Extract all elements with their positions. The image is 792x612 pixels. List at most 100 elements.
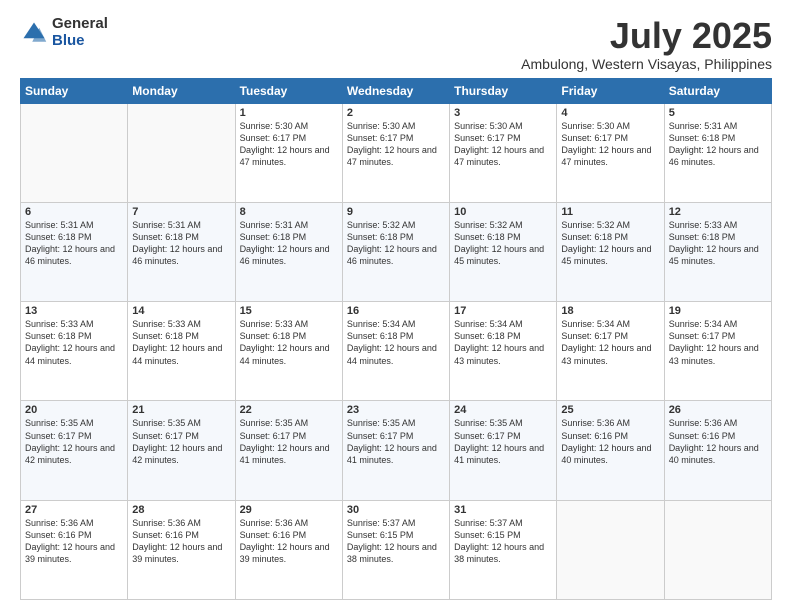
- table-row: 14Sunrise: 5:33 AM Sunset: 6:18 PM Dayli…: [128, 302, 235, 401]
- day-info: Sunrise: 5:36 AM Sunset: 6:16 PM Dayligh…: [132, 517, 230, 566]
- day-info: Sunrise: 5:31 AM Sunset: 6:18 PM Dayligh…: [25, 219, 123, 268]
- table-row: 11Sunrise: 5:32 AM Sunset: 6:18 PM Dayli…: [557, 202, 664, 301]
- calendar-header-row: Sunday Monday Tuesday Wednesday Thursday…: [21, 78, 772, 103]
- day-info: Sunrise: 5:32 AM Sunset: 6:18 PM Dayligh…: [454, 219, 552, 268]
- day-info: Sunrise: 5:31 AM Sunset: 6:18 PM Dayligh…: [240, 219, 338, 268]
- day-info: Sunrise: 5:35 AM Sunset: 6:17 PM Dayligh…: [454, 417, 552, 466]
- table-row: 27Sunrise: 5:36 AM Sunset: 6:16 PM Dayli…: [21, 500, 128, 599]
- header-thursday: Thursday: [450, 78, 557, 103]
- table-row: 13Sunrise: 5:33 AM Sunset: 6:18 PM Dayli…: [21, 302, 128, 401]
- day-number: 13: [25, 305, 123, 317]
- table-row: [21, 103, 128, 202]
- page: General Blue July 2025 Ambulong, Western…: [0, 0, 792, 612]
- table-row: 2Sunrise: 5:30 AM Sunset: 6:17 PM Daylig…: [342, 103, 449, 202]
- day-number: 5: [669, 107, 767, 119]
- day-number: 20: [25, 404, 123, 416]
- day-info: Sunrise: 5:36 AM Sunset: 6:16 PM Dayligh…: [25, 517, 123, 566]
- day-number: 14: [132, 305, 230, 317]
- day-number: 6: [25, 206, 123, 218]
- day-info: Sunrise: 5:34 AM Sunset: 6:18 PM Dayligh…: [347, 318, 445, 367]
- day-info: Sunrise: 5:37 AM Sunset: 6:15 PM Dayligh…: [347, 517, 445, 566]
- day-number: 22: [240, 404, 338, 416]
- table-row: 19Sunrise: 5:34 AM Sunset: 6:17 PM Dayli…: [664, 302, 771, 401]
- table-row: 16Sunrise: 5:34 AM Sunset: 6:18 PM Dayli…: [342, 302, 449, 401]
- logo-blue-text: Blue: [52, 33, 108, 50]
- day-info: Sunrise: 5:30 AM Sunset: 6:17 PM Dayligh…: [347, 120, 445, 169]
- day-info: Sunrise: 5:32 AM Sunset: 6:18 PM Dayligh…: [561, 219, 659, 268]
- day-info: Sunrise: 5:30 AM Sunset: 6:17 PM Dayligh…: [454, 120, 552, 169]
- day-info: Sunrise: 5:31 AM Sunset: 6:18 PM Dayligh…: [669, 120, 767, 169]
- table-row: 28Sunrise: 5:36 AM Sunset: 6:16 PM Dayli…: [128, 500, 235, 599]
- table-row: 10Sunrise: 5:32 AM Sunset: 6:18 PM Dayli…: [450, 202, 557, 301]
- header: General Blue July 2025 Ambulong, Western…: [20, 16, 772, 72]
- day-info: Sunrise: 5:35 AM Sunset: 6:17 PM Dayligh…: [240, 417, 338, 466]
- day-number: 25: [561, 404, 659, 416]
- subtitle: Ambulong, Western Visayas, Philippines: [521, 56, 772, 72]
- calendar-week-row: 13Sunrise: 5:33 AM Sunset: 6:18 PM Dayli…: [21, 302, 772, 401]
- day-info: Sunrise: 5:37 AM Sunset: 6:15 PM Dayligh…: [454, 517, 552, 566]
- day-info: Sunrise: 5:36 AM Sunset: 6:16 PM Dayligh…: [561, 417, 659, 466]
- day-number: 16: [347, 305, 445, 317]
- header-saturday: Saturday: [664, 78, 771, 103]
- day-number: 24: [454, 404, 552, 416]
- day-info: Sunrise: 5:30 AM Sunset: 6:17 PM Dayligh…: [561, 120, 659, 169]
- header-monday: Monday: [128, 78, 235, 103]
- table-row: 23Sunrise: 5:35 AM Sunset: 6:17 PM Dayli…: [342, 401, 449, 500]
- table-row: 29Sunrise: 5:36 AM Sunset: 6:16 PM Dayli…: [235, 500, 342, 599]
- day-info: Sunrise: 5:34 AM Sunset: 6:17 PM Dayligh…: [669, 318, 767, 367]
- day-number: 7: [132, 206, 230, 218]
- day-number: 27: [25, 504, 123, 516]
- table-row: 4Sunrise: 5:30 AM Sunset: 6:17 PM Daylig…: [557, 103, 664, 202]
- logo-text: General Blue: [52, 16, 108, 49]
- day-info: Sunrise: 5:33 AM Sunset: 6:18 PM Dayligh…: [132, 318, 230, 367]
- day-number: 26: [669, 404, 767, 416]
- day-number: 8: [240, 206, 338, 218]
- day-number: 11: [561, 206, 659, 218]
- table-row: 15Sunrise: 5:33 AM Sunset: 6:18 PM Dayli…: [235, 302, 342, 401]
- day-number: 1: [240, 107, 338, 119]
- header-friday: Friday: [557, 78, 664, 103]
- day-info: Sunrise: 5:35 AM Sunset: 6:17 PM Dayligh…: [25, 417, 123, 466]
- day-info: Sunrise: 5:35 AM Sunset: 6:17 PM Dayligh…: [132, 417, 230, 466]
- table-row: [128, 103, 235, 202]
- day-info: Sunrise: 5:33 AM Sunset: 6:18 PM Dayligh…: [669, 219, 767, 268]
- day-number: 3: [454, 107, 552, 119]
- day-number: 19: [669, 305, 767, 317]
- day-number: 31: [454, 504, 552, 516]
- table-row: 30Sunrise: 5:37 AM Sunset: 6:15 PM Dayli…: [342, 500, 449, 599]
- table-row: 3Sunrise: 5:30 AM Sunset: 6:17 PM Daylig…: [450, 103, 557, 202]
- table-row: 7Sunrise: 5:31 AM Sunset: 6:18 PM Daylig…: [128, 202, 235, 301]
- header-tuesday: Tuesday: [235, 78, 342, 103]
- day-info: Sunrise: 5:33 AM Sunset: 6:18 PM Dayligh…: [25, 318, 123, 367]
- table-row: [557, 500, 664, 599]
- day-info: Sunrise: 5:36 AM Sunset: 6:16 PM Dayligh…: [240, 517, 338, 566]
- day-number: 23: [347, 404, 445, 416]
- table-row: 1Sunrise: 5:30 AM Sunset: 6:17 PM Daylig…: [235, 103, 342, 202]
- header-wednesday: Wednesday: [342, 78, 449, 103]
- day-info: Sunrise: 5:30 AM Sunset: 6:17 PM Dayligh…: [240, 120, 338, 169]
- day-number: 28: [132, 504, 230, 516]
- logo: General Blue: [20, 16, 108, 49]
- day-number: 12: [669, 206, 767, 218]
- day-info: Sunrise: 5:34 AM Sunset: 6:17 PM Dayligh…: [561, 318, 659, 367]
- day-info: Sunrise: 5:32 AM Sunset: 6:18 PM Dayligh…: [347, 219, 445, 268]
- day-number: 21: [132, 404, 230, 416]
- day-number: 18: [561, 305, 659, 317]
- day-info: Sunrise: 5:31 AM Sunset: 6:18 PM Dayligh…: [132, 219, 230, 268]
- calendar-table: Sunday Monday Tuesday Wednesday Thursday…: [20, 78, 772, 600]
- table-row: 26Sunrise: 5:36 AM Sunset: 6:16 PM Dayli…: [664, 401, 771, 500]
- table-row: 18Sunrise: 5:34 AM Sunset: 6:17 PM Dayli…: [557, 302, 664, 401]
- day-number: 29: [240, 504, 338, 516]
- calendar-week-row: 6Sunrise: 5:31 AM Sunset: 6:18 PM Daylig…: [21, 202, 772, 301]
- table-row: 21Sunrise: 5:35 AM Sunset: 6:17 PM Dayli…: [128, 401, 235, 500]
- calendar-week-row: 20Sunrise: 5:35 AM Sunset: 6:17 PM Dayli…: [21, 401, 772, 500]
- day-number: 30: [347, 504, 445, 516]
- table-row: 5Sunrise: 5:31 AM Sunset: 6:18 PM Daylig…: [664, 103, 771, 202]
- table-row: 24Sunrise: 5:35 AM Sunset: 6:17 PM Dayli…: [450, 401, 557, 500]
- day-number: 10: [454, 206, 552, 218]
- table-row: 25Sunrise: 5:36 AM Sunset: 6:16 PM Dayli…: [557, 401, 664, 500]
- day-info: Sunrise: 5:36 AM Sunset: 6:16 PM Dayligh…: [669, 417, 767, 466]
- calendar-week-row: 1Sunrise: 5:30 AM Sunset: 6:17 PM Daylig…: [21, 103, 772, 202]
- table-row: 20Sunrise: 5:35 AM Sunset: 6:17 PM Dayli…: [21, 401, 128, 500]
- table-row: 12Sunrise: 5:33 AM Sunset: 6:18 PM Dayli…: [664, 202, 771, 301]
